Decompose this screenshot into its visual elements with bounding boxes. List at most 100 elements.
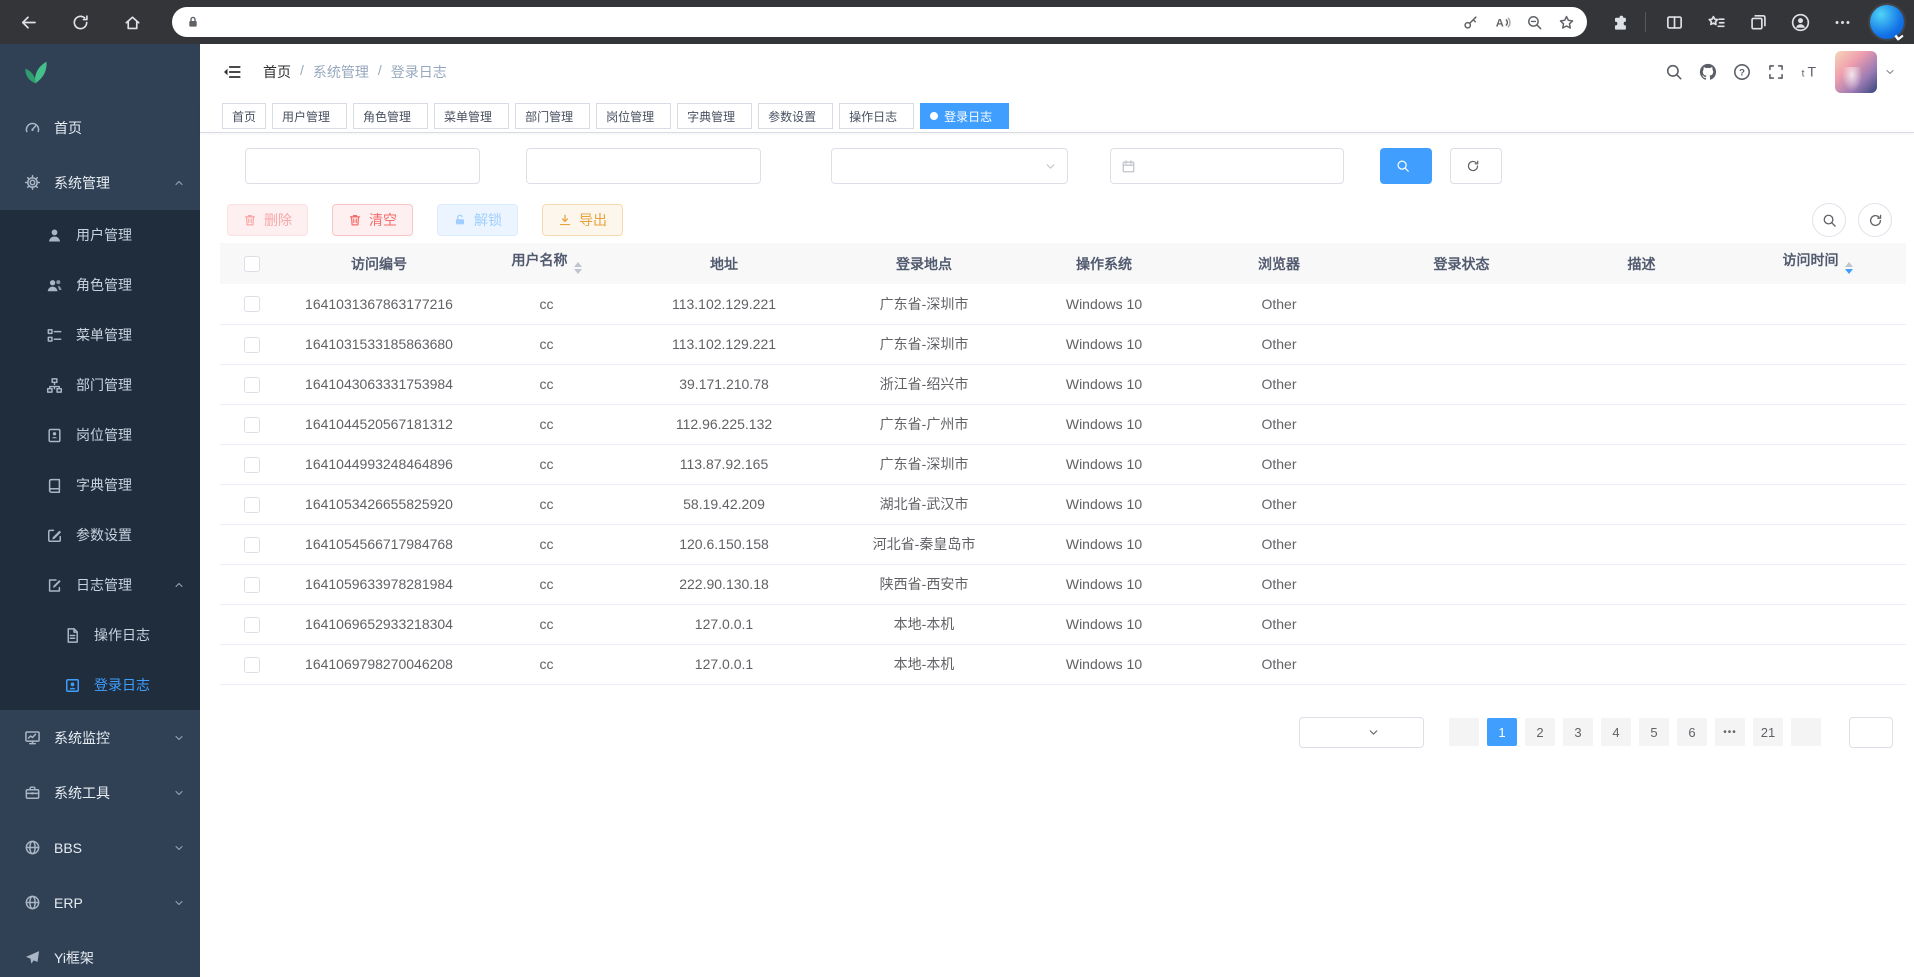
sidebar-item[interactable]: 岗位管理 <box>0 410 200 460</box>
cell-status <box>1369 324 1554 364</box>
sidebar-item[interactable]: 登录日志 <box>0 660 200 710</box>
question-icon[interactable]: ? <box>1725 55 1759 89</box>
page-button[interactable]: 5 <box>1639 718 1669 746</box>
user-name-input[interactable] <box>526 148 761 184</box>
font-size-icon[interactable]: tT <box>1793 55 1827 89</box>
github-icon[interactable] <box>1691 55 1725 89</box>
column-header-label: 访问时间 <box>1783 252 1839 268</box>
row-checkbox[interactable] <box>244 577 260 593</box>
sidebar-item[interactable]: 部门管理 <box>0 360 200 410</box>
search-button[interactable] <box>1380 148 1432 184</box>
sidebar-item[interactable]: 系统管理 <box>0 155 200 210</box>
toolbar-button[interactable]: 解锁 <box>437 204 518 236</box>
sidebar-item[interactable]: 角色管理 <box>0 260 200 310</box>
sort-caret-icon[interactable] <box>574 258 582 278</box>
zoom-out-icon[interactable] <box>1519 9 1549 35</box>
bing-icon[interactable]: ⌄ <box>1870 5 1904 39</box>
login-ip-input[interactable] <box>245 148 480 184</box>
page-button[interactable]: 4 <box>1601 718 1631 746</box>
collections-icon[interactable] <box>1740 4 1776 40</box>
toolbar-button[interactable]: 删除 <box>227 204 308 236</box>
profile-icon[interactable] <box>1782 4 1818 40</box>
page-button[interactable]: 6 <box>1677 718 1707 746</box>
sidebar: 首页 系统管理 用户管理 角色管理 <box>0 44 200 977</box>
page-tab[interactable]: 参数设置 <box>758 103 833 129</box>
page-button[interactable]: ••• <box>1715 718 1745 746</box>
extensions-icon[interactable] <box>1601 4 1637 40</box>
cell-os: Windows 10 <box>1019 484 1189 524</box>
breadcrumb-item[interactable]: 系统管理 <box>313 62 369 82</box>
row-checkbox[interactable] <box>244 337 260 353</box>
page-button[interactable]: 1 <box>1487 718 1517 746</box>
toggle-search-button[interactable] <box>1812 203 1846 237</box>
page-button[interactable]: 3 <box>1563 718 1593 746</box>
sidebar-item[interactable]: 操作日志 <box>0 610 200 660</box>
cell-address: 113.102.129.221 <box>619 284 829 324</box>
reset-button[interactable] <box>1450 148 1502 184</box>
split-screen-icon[interactable] <box>1656 4 1692 40</box>
page-tab[interactable]: 操作日志 <box>839 103 914 129</box>
sidebar-item[interactable]: 用户管理 <box>0 210 200 260</box>
sidebar-item[interactable]: 系统监控 <box>0 710 200 765</box>
page-button[interactable]: 21 <box>1753 718 1783 746</box>
address-bar[interactable]: A <box>172 7 1587 37</box>
page-tab[interactable]: 菜单管理 <box>434 103 509 129</box>
browser-back-icon[interactable] <box>10 4 46 40</box>
breadcrumb-item[interactable]: 首页 <box>263 62 291 82</box>
sidebar-item[interactable]: ERP <box>0 875 200 930</box>
search-icon[interactable] <box>1657 55 1691 89</box>
toolbar-button[interactable]: 清空 <box>332 204 413 236</box>
row-checkbox[interactable] <box>244 377 260 393</box>
next-page-button[interactable] <box>1791 718 1821 746</box>
favorite-star-icon[interactable] <box>1551 9 1581 35</box>
sidebar-item[interactable]: 系统工具 <box>0 765 200 820</box>
sidebar-item-label: BBS <box>54 840 82 856</box>
page-size-select[interactable] <box>1299 717 1424 748</box>
avatar-caret-icon[interactable] <box>1884 66 1896 78</box>
tab-label: 角色管理 <box>363 108 411 125</box>
breadcrumb-separator: / <box>300 62 304 82</box>
favorites-bar-icon[interactable] <box>1698 4 1734 40</box>
prev-page-button[interactable] <box>1449 718 1479 746</box>
sidebar-item[interactable]: Yi框架 <box>0 930 200 977</box>
browser-home-icon[interactable] <box>114 4 150 40</box>
breadcrumb-item[interactable]: 登录日志 <box>391 62 447 82</box>
status-select[interactable] <box>831 148 1068 184</box>
toolbar-button[interactable]: 导出 <box>542 204 623 236</box>
page-tab[interactable]: 岗位管理 <box>596 103 671 129</box>
select-all-checkbox[interactable] <box>244 256 260 272</box>
sidebar-item[interactable]: BBS <box>0 820 200 875</box>
sidebar-item[interactable]: 日志管理 <box>0 560 200 610</box>
row-checkbox[interactable] <box>244 417 260 433</box>
page-tab[interactable]: 字典管理 <box>677 103 752 129</box>
row-checkbox[interactable] <box>244 537 260 553</box>
sidebar-item[interactable]: 参数设置 <box>0 510 200 560</box>
row-checkbox[interactable] <box>244 457 260 473</box>
login-time-range[interactable] <box>1110 148 1344 184</box>
sort-caret-icon[interactable] <box>1845 258 1853 278</box>
page-button[interactable]: 2 <box>1525 718 1555 746</box>
user-avatar[interactable] <box>1835 51 1877 93</box>
read-aloud-icon[interactable]: A <box>1487 9 1517 35</box>
collapse-sidebar-icon[interactable] <box>222 62 242 82</box>
fullscreen-icon[interactable] <box>1759 55 1793 89</box>
select-caret-icon <box>1367 726 1414 739</box>
page-tab[interactable]: 角色管理 <box>353 103 428 129</box>
row-checkbox[interactable] <box>244 497 260 513</box>
sidebar-item[interactable]: 首页 <box>0 100 200 155</box>
cell-user: cc <box>474 284 619 324</box>
page-tab[interactable]: 登录日志 <box>920 103 1009 129</box>
page-tab[interactable]: 用户管理 <box>272 103 347 129</box>
sidebar-item[interactable]: 菜单管理 <box>0 310 200 360</box>
page-tab[interactable]: 部门管理 <box>515 103 590 129</box>
row-checkbox[interactable] <box>244 617 260 633</box>
row-checkbox[interactable] <box>244 296 260 312</box>
row-checkbox[interactable] <box>244 657 260 673</box>
sidebar-item[interactable]: 字典管理 <box>0 460 200 510</box>
browser-refresh-icon[interactable] <box>62 4 98 40</box>
more-icon[interactable] <box>1824 4 1860 40</box>
goto-page-input[interactable] <box>1849 717 1893 748</box>
key-icon[interactable] <box>1455 9 1485 35</box>
page-tab[interactable]: 首页 <box>222 103 266 129</box>
refresh-table-button[interactable] <box>1858 203 1892 237</box>
